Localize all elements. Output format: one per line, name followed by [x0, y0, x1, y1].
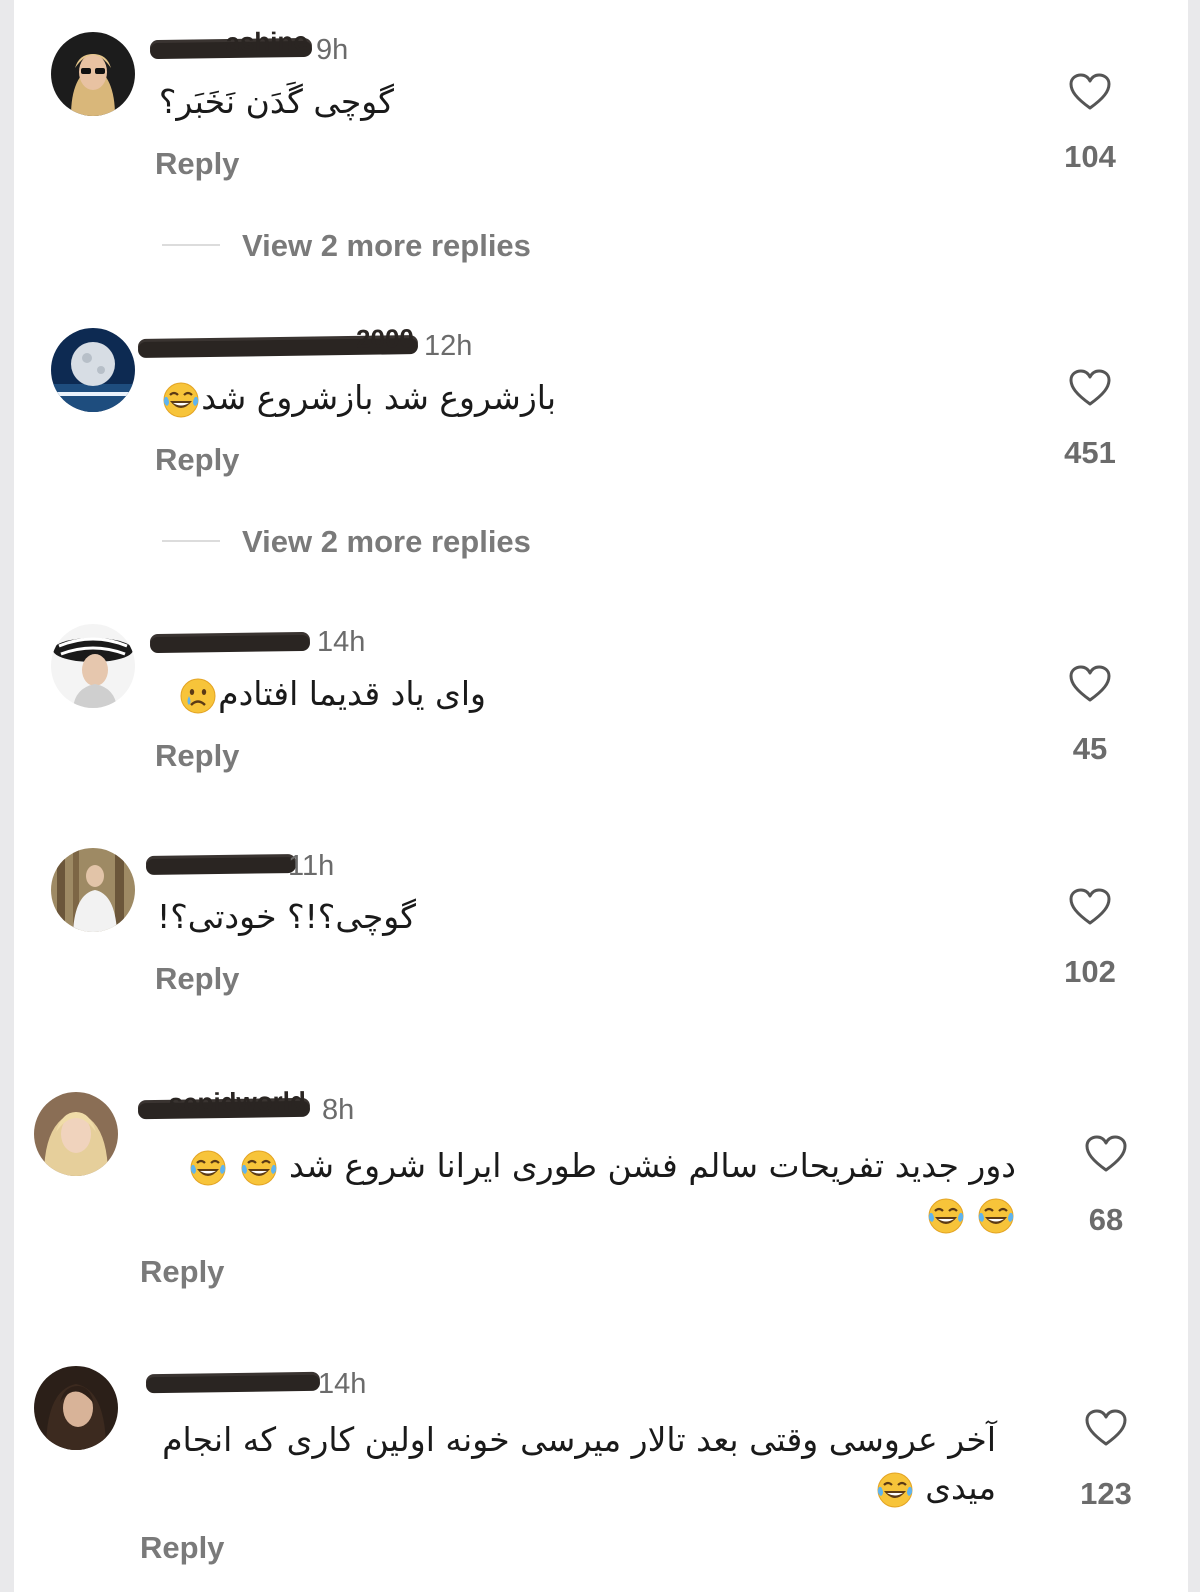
like-count: 68 [1088, 1202, 1124, 1237]
comment-time: 12h [424, 330, 473, 362]
comment-text: وای یاد قدیما افتادم [156, 670, 486, 718]
comment-text: بازشروع شد بازشروع شد [156, 374, 556, 422]
tears-of-joy-icon [875, 1470, 915, 1510]
reply-button[interactable]: Reply [155, 740, 239, 771]
comment-text-body: آخر عروسی وقتی بعد تالار میرسی خونه اولی… [162, 1420, 996, 1507]
heart-icon[interactable] [1068, 72, 1112, 112]
comment-text: دور جدید تفریحات سالم فشن طوری ایرانا شر… [140, 1142, 1016, 1238]
reply-button[interactable]: Reply [140, 1532, 224, 1563]
like-count: 123 [1080, 1476, 1132, 1511]
tears-of-joy-icon [926, 1196, 966, 1236]
comments-panel: ashine 9h گوچی گَدَن نَخَبَر؟ Reply 104 … [14, 0, 1188, 1592]
avatar[interactable] [51, 848, 135, 932]
username[interactable]: 2000 [137, 323, 419, 358]
tears-of-joy-icon [161, 380, 201, 420]
comment-text: گوچی؟!؟ خودتی؟! [156, 893, 416, 941]
username[interactable] [145, 856, 297, 876]
comment-time: 11h [288, 850, 335, 882]
username[interactable]: ashine [149, 26, 313, 60]
heart-icon[interactable] [1068, 368, 1112, 408]
avatar-dark-hair-icon [34, 1366, 118, 1450]
like-count: 45 [1072, 731, 1108, 766]
comment-time: 14h [318, 1368, 367, 1400]
divider [162, 244, 220, 246]
avatar-woman-hat-icon [51, 624, 135, 708]
view-more-replies-label: View 2 more replies [242, 524, 531, 559]
comment-text-body: گوچی؟!؟ خودتی؟! [157, 897, 416, 936]
avatar-blonde-icon [34, 1092, 118, 1176]
username[interactable] [149, 634, 311, 654]
reply-button[interactable]: Reply [155, 444, 239, 475]
comment-text-body: دور جدید تفریحات سالم فشن طوری ایرانا شر… [289, 1146, 1016, 1185]
like-count: 451 [1064, 435, 1116, 470]
like-count: 104 [1064, 139, 1116, 174]
tears-of-joy-icon [188, 1148, 228, 1188]
comment-time: 14h [317, 626, 366, 658]
crying-face-icon [178, 676, 218, 716]
heart-icon[interactable] [1084, 1134, 1128, 1174]
like-count: 102 [1064, 954, 1116, 989]
heart-icon[interactable] [1068, 664, 1112, 704]
reply-button[interactable]: Reply [155, 148, 239, 179]
comment-time: 8h [322, 1094, 355, 1126]
comment-time: 9h [316, 34, 349, 66]
comment-text-body: بازشروع شد بازشروع شد [201, 378, 556, 417]
reply-button[interactable]: Reply [140, 1256, 224, 1287]
username[interactable] [145, 1374, 321, 1394]
avatar-moon-icon [51, 328, 135, 412]
comment-text: گوچی گَدَن نَخَبَر؟ [154, 78, 394, 126]
tears-of-joy-icon [239, 1148, 279, 1188]
avatar[interactable] [51, 328, 135, 412]
view-more-replies-label: View 2 more replies [242, 228, 531, 263]
heart-icon[interactable] [1068, 887, 1112, 927]
avatar[interactable] [34, 1366, 118, 1450]
avatar[interactable] [34, 1092, 118, 1176]
comment-text-body: گوچی گَدَن نَخَبَر؟ [158, 82, 394, 121]
reply-button[interactable]: Reply [155, 963, 239, 994]
avatar-forest-icon [51, 848, 135, 932]
avatar[interactable] [51, 32, 135, 116]
avatar[interactable] [51, 624, 135, 708]
username[interactable]: sepidworld [137, 1086, 311, 1120]
tears-of-joy-icon [976, 1196, 1016, 1236]
comment-text-body: وای یاد قدیما افتادم [218, 674, 486, 713]
divider [162, 540, 220, 542]
avatar-woman-sunglasses-icon [51, 32, 135, 116]
heart-icon[interactable] [1084, 1408, 1128, 1448]
comment-text: آخر عروسی وقتی بعد تالار میرسی خونه اولی… [140, 1416, 996, 1512]
